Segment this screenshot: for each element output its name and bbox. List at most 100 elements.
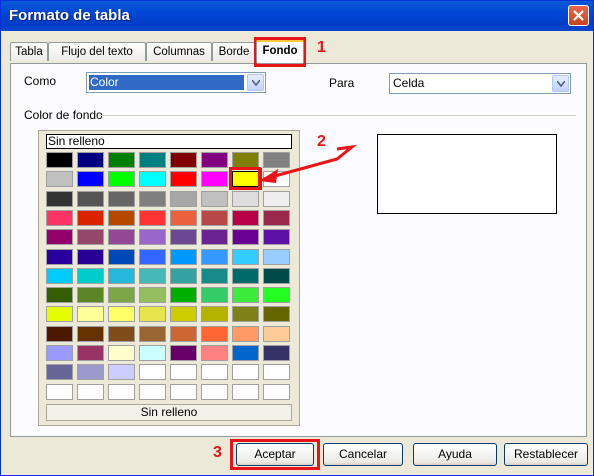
- color-swatch[interactable]: [108, 229, 135, 246]
- color-swatch[interactable]: [170, 209, 197, 226]
- color-swatch[interactable]: [170, 152, 197, 168]
- color-swatch[interactable]: [170, 248, 197, 265]
- color-swatch[interactable]: [77, 229, 104, 246]
- color-swatch[interactable]: [46, 209, 73, 226]
- color-swatch[interactable]: [263, 383, 290, 400]
- color-swatch[interactable]: [170, 190, 197, 207]
- color-swatch[interactable]: [232, 383, 259, 400]
- color-swatch[interactable]: [170, 171, 197, 188]
- color-swatch[interactable]: [170, 325, 197, 342]
- color-swatch[interactable]: [108, 209, 135, 226]
- color-swatch[interactable]: [108, 306, 135, 323]
- color-swatch[interactable]: [46, 229, 73, 246]
- color-swatch[interactable]: [77, 190, 104, 207]
- color-swatch[interactable]: [201, 345, 228, 361]
- color-swatch[interactable]: [263, 267, 290, 284]
- color-swatch[interactable]: [232, 190, 259, 207]
- color-swatch[interactable]: [139, 190, 166, 207]
- color-swatch[interactable]: [232, 248, 259, 265]
- color-swatch[interactable]: [77, 287, 104, 304]
- color-swatch[interactable]: [201, 229, 228, 246]
- color-swatch[interactable]: [77, 152, 104, 168]
- dropdown-arrow-icon[interactable]: [552, 75, 569, 92]
- color-swatch[interactable]: [46, 364, 73, 381]
- tab-borde[interactable]: Borde: [212, 42, 256, 61]
- color-swatch[interactable]: [232, 229, 259, 246]
- title-bar[interactable]: Formato de tabla: [1, 1, 593, 31]
- restablecer-button[interactable]: Restablecer: [504, 443, 588, 466]
- color-swatch[interactable]: [201, 287, 228, 304]
- color-swatch[interactable]: [170, 229, 197, 246]
- color-swatch[interactable]: [108, 171, 135, 188]
- color-swatch[interactable]: [108, 267, 135, 284]
- color-swatch[interactable]: [139, 152, 166, 168]
- color-swatch[interactable]: [139, 383, 166, 400]
- color-swatch[interactable]: [263, 364, 290, 381]
- color-swatch[interactable]: [139, 287, 166, 304]
- color-swatch[interactable]: [263, 306, 290, 323]
- tab-columnas[interactable]: Columnas: [146, 42, 212, 61]
- color-swatch[interactable]: [139, 209, 166, 226]
- color-swatch[interactable]: [232, 267, 259, 284]
- color-swatch[interactable]: [77, 306, 104, 323]
- color-swatch[interactable]: [232, 287, 259, 304]
- color-swatch[interactable]: [263, 325, 290, 342]
- color-swatch[interactable]: [77, 364, 104, 381]
- color-swatch[interactable]: [77, 248, 104, 265]
- color-swatch[interactable]: [170, 267, 197, 284]
- color-swatch[interactable]: [108, 345, 135, 361]
- color-swatch[interactable]: [201, 267, 228, 284]
- color-swatch[interactable]: [263, 229, 290, 246]
- tab-tabla[interactable]: Tabla: [10, 42, 48, 61]
- color-swatch[interactable]: [201, 325, 228, 342]
- color-swatch[interactable]: [263, 190, 290, 207]
- cancelar-button[interactable]: Cancelar: [323, 443, 403, 466]
- color-swatch[interactable]: [201, 190, 228, 207]
- color-swatch[interactable]: [139, 267, 166, 284]
- ayuda-button[interactable]: Ayuda: [413, 443, 497, 466]
- color-swatch[interactable]: [46, 152, 73, 168]
- color-swatch[interactable]: [108, 152, 135, 168]
- color-swatch[interactable]: [263, 345, 290, 361]
- color-swatch[interactable]: [263, 248, 290, 265]
- color-swatch[interactable]: [201, 209, 228, 226]
- color-swatch[interactable]: [46, 306, 73, 323]
- color-swatch[interactable]: [139, 229, 166, 246]
- color-swatch[interactable]: [108, 190, 135, 207]
- color-swatch[interactable]: [232, 325, 259, 342]
- color-swatch[interactable]: [201, 364, 228, 381]
- color-swatch[interactable]: [46, 248, 73, 265]
- color-swatch[interactable]: [232, 306, 259, 323]
- como-select[interactable]: Color: [86, 72, 266, 93]
- color-swatch[interactable]: [77, 209, 104, 226]
- color-swatch[interactable]: [201, 306, 228, 323]
- color-swatch[interactable]: [170, 287, 197, 304]
- color-swatch[interactable]: [139, 171, 166, 188]
- color-swatch[interactable]: [46, 267, 73, 284]
- color-swatch[interactable]: [46, 325, 73, 342]
- color-swatch[interactable]: [201, 171, 228, 188]
- color-swatch[interactable]: [232, 152, 259, 168]
- color-swatch[interactable]: [139, 325, 166, 342]
- tab-fondo[interactable]: Fondo: [256, 40, 304, 63]
- color-swatch[interactable]: [263, 287, 290, 304]
- color-swatch[interactable]: [77, 345, 104, 361]
- color-swatch[interactable]: [77, 171, 104, 188]
- tab-flujo-del-texto[interactable]: Flujo del texto: [48, 42, 146, 61]
- color-swatch[interactable]: [46, 287, 73, 304]
- para-select[interactable]: Celda: [389, 73, 571, 94]
- color-swatch[interactable]: [108, 325, 135, 342]
- color-swatch[interactable]: [201, 383, 228, 400]
- color-swatch[interactable]: [108, 287, 135, 304]
- color-swatch[interactable]: [77, 267, 104, 284]
- color-swatch[interactable]: [46, 383, 73, 400]
- color-swatch[interactable]: [108, 383, 135, 400]
- color-swatch[interactable]: [170, 364, 197, 381]
- color-swatch[interactable]: [139, 364, 166, 381]
- dropdown-arrow-icon[interactable]: [247, 74, 264, 91]
- color-swatch[interactable]: [139, 345, 166, 361]
- color-swatch[interactable]: [201, 248, 228, 265]
- color-swatch[interactable]: [170, 383, 197, 400]
- color-swatch[interactable]: [77, 325, 104, 342]
- close-button[interactable]: [568, 5, 589, 26]
